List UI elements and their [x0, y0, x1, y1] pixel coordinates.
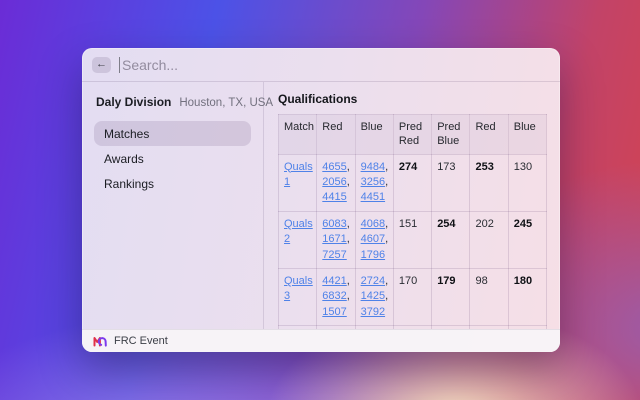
blue-team-link[interactable]: 1796: [361, 249, 385, 261]
red-team-link[interactable]: 4421: [322, 275, 346, 287]
pred-red-score-cell: 151: [393, 211, 431, 268]
blue-team-link[interactable]: 9484: [361, 161, 385, 173]
event-title: Daly Division: [96, 95, 171, 109]
main-panel: Qualifications MatchRedBluePred RedPred …: [264, 82, 560, 329]
pred-blue-score-cell: 179: [432, 268, 470, 325]
frc-event-logo-icon: [93, 336, 107, 347]
red-team-link[interactable]: 6832: [322, 290, 346, 302]
blue-team-link[interactable]: 3256: [361, 176, 385, 188]
search-input[interactable]: [119, 57, 550, 73]
match-row: Quals 34421,6832,15072724,1425,379217017…: [279, 268, 547, 325]
blue-team-link[interactable]: 3792: [361, 306, 385, 318]
red-team-link[interactable]: 1671: [322, 233, 346, 245]
desktop-background: ← Daly Division Houston, TX, USA Matches…: [0, 0, 640, 400]
match-cell: Quals 2: [279, 211, 317, 268]
match-link[interactable]: Quals 2: [284, 218, 313, 245]
column-header-red: Red: [470, 115, 508, 155]
match-row: Quals 26083,1671,72574068,4607,179615125…: [279, 211, 547, 268]
sidebar: Daly Division Houston, TX, USA MatchesAw…: [82, 82, 264, 329]
red-teams-cell: 4421,6832,1507: [317, 268, 355, 325]
match-cell: Quals 3: [279, 268, 317, 325]
launcher-window: ← Daly Division Houston, TX, USA Matches…: [82, 48, 560, 352]
blue-team-link[interactable]: 4068: [361, 218, 385, 230]
red-score-cell: 98: [470, 268, 508, 325]
red-score-cell: 253: [470, 154, 508, 211]
qualifications-table: MatchRedBluePred RedPred BlueRedBlue Qua…: [278, 114, 547, 329]
red-team-link[interactable]: 7257: [322, 249, 346, 261]
pred-red-score-cell: 170: [393, 268, 431, 325]
match-link[interactable]: Quals 3: [284, 275, 313, 302]
red-team-link[interactable]: 2056: [322, 176, 346, 188]
table-header-row: MatchRedBluePred RedPred BlueRedBlue: [279, 115, 547, 155]
column-header-pred-red: Pred Red: [393, 115, 431, 155]
quals-table-body: Quals 14655,2056,44159484,3256,445127417…: [279, 154, 547, 329]
red-teams-cell: 4655,2056,4415: [317, 154, 355, 211]
window-body: Daly Division Houston, TX, USA MatchesAw…: [82, 82, 560, 329]
back-button[interactable]: ←: [92, 57, 111, 73]
footer-bar: FRC Event: [82, 329, 560, 352]
event-header: Daly Division Houston, TX, USA: [96, 95, 249, 109]
arrow-left-icon: ←: [96, 59, 107, 70]
blue-teams-cell: 4068,4607,1796: [355, 211, 393, 268]
sidebar-items: MatchesAwardsRankings: [94, 121, 251, 196]
event-location: Houston, TX, USA: [179, 97, 273, 109]
blue-team-link[interactable]: 2724: [361, 275, 385, 287]
search-bar: ←: [82, 48, 560, 82]
match-row: Quals 14655,2056,44159484,3256,445127417…: [279, 154, 547, 211]
extension-name: FRC Event: [114, 335, 168, 347]
column-header-match: Match: [279, 115, 317, 155]
column-header-pred-blue: Pred Blue: [432, 115, 470, 155]
blue-score-cell: 130: [508, 154, 546, 211]
red-team-link[interactable]: 4415: [322, 191, 346, 203]
pred-blue-score-cell: 173: [432, 154, 470, 211]
red-score-cell: 202: [470, 211, 508, 268]
pred-red-score-cell: 274: [393, 154, 431, 211]
column-header-red: Red: [317, 115, 355, 155]
red-team-link[interactable]: 1507: [322, 306, 346, 318]
blue-teams-cell: 2724,1425,3792: [355, 268, 393, 325]
red-team-link[interactable]: 4655: [322, 161, 346, 173]
blue-score-cell: 245: [508, 211, 546, 268]
blue-team-link[interactable]: 4607: [361, 233, 385, 245]
blue-teams-cell: 9484,3256,4451: [355, 154, 393, 211]
match-cell: Quals 1: [279, 154, 317, 211]
column-header-blue: Blue: [508, 115, 546, 155]
red-team-link[interactable]: 6083: [322, 218, 346, 230]
blue-team-link[interactable]: 4451: [361, 191, 385, 203]
blue-team-link[interactable]: 1425: [361, 290, 385, 302]
sidebar-item-matches[interactable]: Matches: [94, 121, 251, 146]
column-header-blue: Blue: [355, 115, 393, 155]
blue-score-cell: 180: [508, 268, 546, 325]
pred-blue-score-cell: 254: [432, 211, 470, 268]
section-title: Qualifications: [278, 92, 560, 106]
match-link[interactable]: Quals 1: [284, 161, 313, 188]
sidebar-item-rankings[interactable]: Rankings: [94, 171, 251, 196]
red-teams-cell: 6083,1671,7257: [317, 211, 355, 268]
sidebar-item-awards[interactable]: Awards: [94, 146, 251, 171]
